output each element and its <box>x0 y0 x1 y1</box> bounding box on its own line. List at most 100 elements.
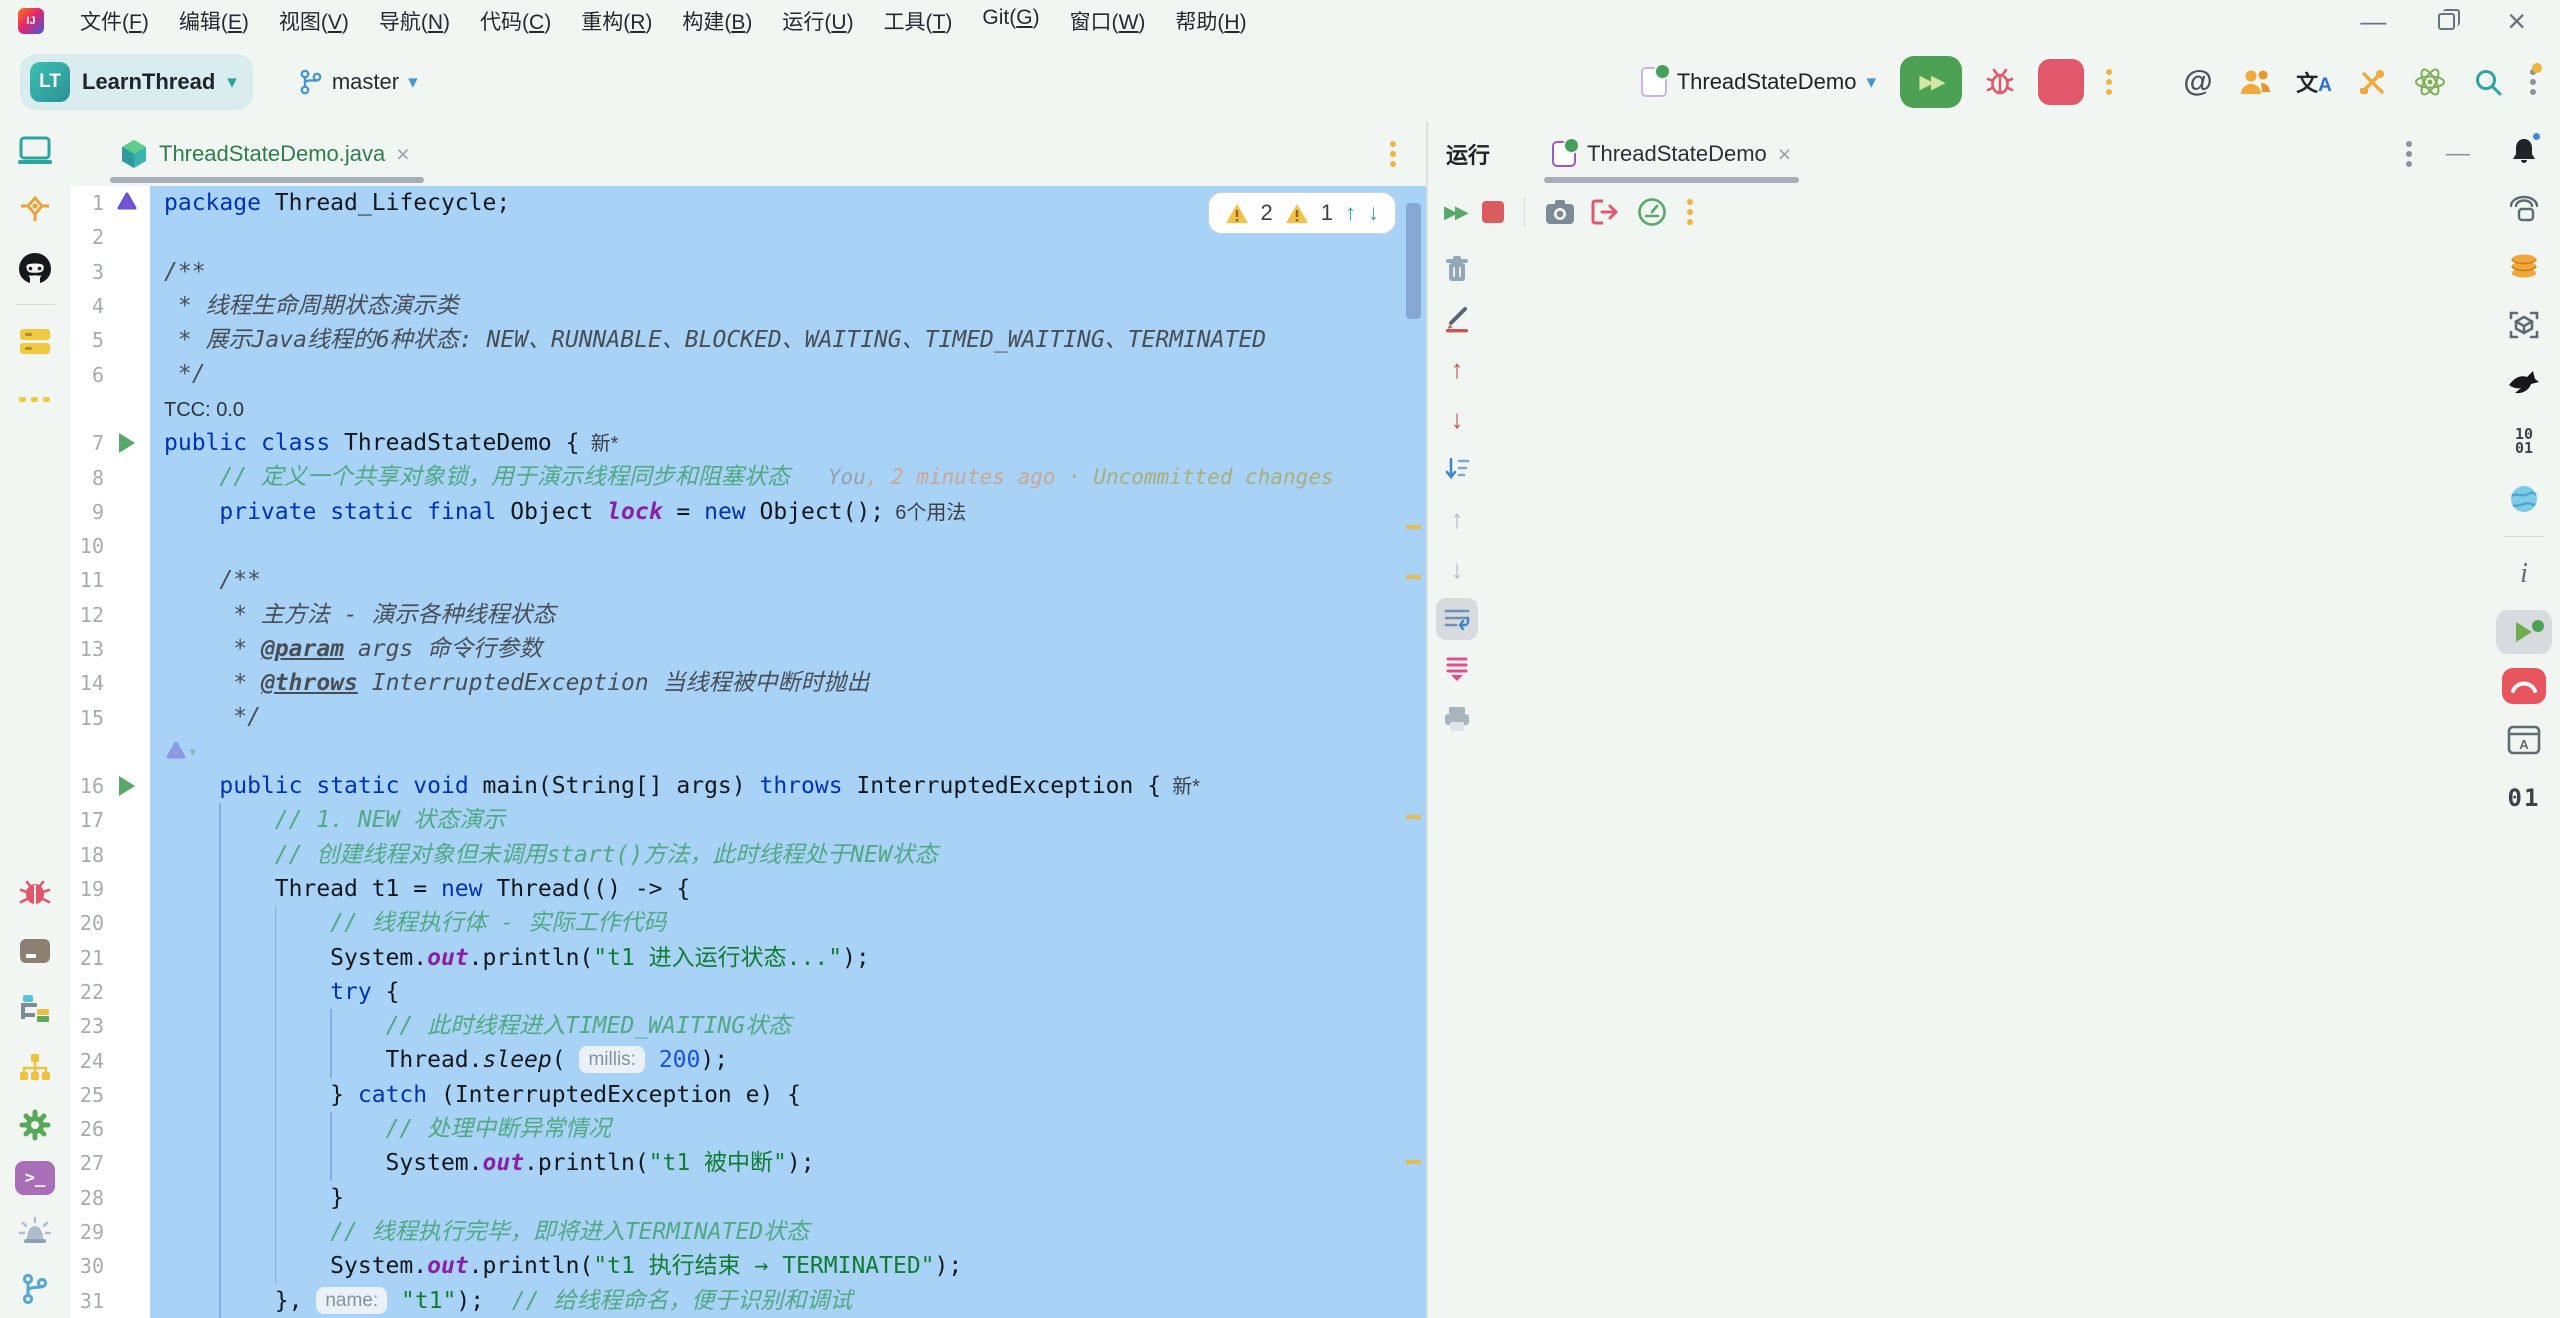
prev-problem-arrow-icon[interactable]: ↑ <box>1345 200 1356 226</box>
device-monitor-icon[interactable] <box>13 129 57 173</box>
arrow-down-red-icon[interactable]: ↓ <box>1436 398 1478 440</box>
ai-assistant-icon[interactable] <box>110 191 144 215</box>
red-app-icon[interactable] <box>2502 668 2546 704</box>
scroll-to-end-icon[interactable] <box>1436 648 1478 690</box>
export-icon[interactable] <box>1591 198 1621 226</box>
binary-icon[interactable]: 1001 <box>2502 419 2546 463</box>
search-icon[interactable] <box>2468 62 2508 102</box>
code-area[interactable]: package Thread_Lifecycle;/** * 线程生命周期状态演… <box>150 186 1426 1318</box>
swoosh-icon[interactable] <box>2502 361 2546 405</box>
rerun-button[interactable]: ▶▶ <box>1900 56 1962 108</box>
bug-icon[interactable] <box>13 871 57 915</box>
settings-gear-icon[interactable] <box>13 1103 57 1147</box>
notifications-siren-icon[interactable] <box>13 1209 57 1253</box>
panel-options-kebab-icon[interactable] <box>2402 137 2416 171</box>
code-line[interactable]: // 1. NEW 状态演示 <box>150 803 1426 837</box>
editor-scrollbar[interactable] <box>1404 186 1424 1318</box>
run-tab-threadstatedemo[interactable]: ThreadStateDemo × <box>1538 122 1805 186</box>
warning-stripe-mark[interactable] <box>1406 525 1421 529</box>
code-line[interactable]: ▾ <box>150 735 1426 769</box>
stop-button[interactable] <box>2038 59 2084 105</box>
code-line[interactable]: // 此时线程进入TIMED_WAITING状态 <box>150 1009 1426 1043</box>
stop-icon[interactable] <box>1482 201 1504 223</box>
code-line[interactable]: * @param args 命令行参数 <box>150 632 1426 666</box>
rerun-icon[interactable]: ▶▶ <box>1444 202 1466 223</box>
menu-item[interactable]: 窗口(W) <box>1058 3 1158 39</box>
warning-stripe-mark[interactable] <box>1406 815 1421 819</box>
code-line[interactable]: System.out.println("t1 执行结束 → TERMINATED… <box>150 1249 1426 1283</box>
run-config-selector[interactable]: ThreadStateDemo ▾ <box>1641 67 1876 97</box>
code-line[interactable]: // 定义一个共享对象锁，用于演示线程同步和阻塞状态 You, 2 minute… <box>150 460 1426 494</box>
package-box-icon[interactable] <box>2502 303 2546 347</box>
at-spiral-icon[interactable]: @ <box>2178 62 2218 102</box>
code-line[interactable]: * 主方法 - 演示各种线程状态 <box>150 598 1426 632</box>
workbench-icon[interactable] <box>13 987 57 1031</box>
zero-one-icon[interactable]: 01 <box>2502 776 2546 820</box>
camera-icon[interactable] <box>1545 199 1575 225</box>
profile-kebab-icon[interactable] <box>2526 65 2540 99</box>
hide-panel-icon[interactable]: — <box>2446 140 2470 168</box>
container-box-icon[interactable] <box>13 929 57 973</box>
maximize-button[interactable] <box>2438 13 2455 30</box>
code-line[interactable]: } catch (InterruptedException e) { <box>150 1078 1426 1112</box>
code-line[interactable]: Thread t1 = new Thread(() -> { <box>150 872 1426 906</box>
marker-icon[interactable] <box>1436 298 1478 340</box>
arrow-up-red-icon[interactable]: ↑ <box>1436 348 1478 390</box>
code-line[interactable]: // 线程执行体 - 实际工作代码 <box>150 906 1426 940</box>
close-icon[interactable]: × <box>1778 141 1791 168</box>
scrollbar-thumb[interactable] <box>1406 203 1421 319</box>
menu-item[interactable]: 构建(B) <box>670 3 764 39</box>
code-line[interactable]: private static final Object lock = new O… <box>150 495 1426 529</box>
menu-item[interactable]: 文件(F) <box>68 3 161 39</box>
github-icon[interactable] <box>13 245 57 289</box>
code-line[interactable]: Thread.sleep( millis: 200); <box>150 1043 1426 1077</box>
menu-item[interactable]: 编辑(E) <box>167 3 261 39</box>
trash-icon[interactable] <box>1436 248 1478 290</box>
menu-item[interactable]: 代码(C) <box>468 3 563 39</box>
gesture-radar-icon[interactable] <box>2502 187 2546 231</box>
code-line[interactable]: /** <box>150 255 1426 289</box>
console-output-empty[interactable] <box>1486 238 2488 1318</box>
code-line[interactable]: System.out.println("t1 被中断"); <box>150 1146 1426 1180</box>
menu-item[interactable]: 运行(U) <box>770 3 865 39</box>
globe-icon[interactable] <box>2502 477 2546 521</box>
info-icon[interactable]: i <box>2502 552 2546 596</box>
code-line[interactable] <box>150 529 1426 563</box>
atom-icon[interactable] <box>2410 62 2450 102</box>
code-line[interactable]: try { <box>150 975 1426 1009</box>
gauge-icon[interactable] <box>1637 197 1667 227</box>
menu-item[interactable]: 导航(N) <box>367 3 462 39</box>
code-line[interactable]: TCC: 0.0 <box>150 392 1426 426</box>
tab-options-kebab-icon[interactable] <box>1386 137 1400 171</box>
code-line[interactable]: * 展示Java线程的6种状态: NEW、RUNNABLE、BLOCKED、WA… <box>150 323 1426 357</box>
more-horizontal-icon[interactable] <box>13 378 57 422</box>
arrow-up-icon[interactable]: ↑ <box>1436 498 1478 540</box>
run-line-icon[interactable] <box>110 776 144 796</box>
code-line[interactable]: // 线程执行完毕，即将进入TERMINATED状态 <box>150 1215 1426 1249</box>
minimize-button[interactable]: — <box>2360 8 2386 34</box>
coins-icon[interactable] <box>2502 245 2546 289</box>
next-problem-arrow-icon[interactable]: ↓ <box>1368 200 1379 226</box>
menu-item[interactable]: 工具(T) <box>872 3 965 39</box>
tools-icon[interactable] <box>2352 62 2392 102</box>
code-line[interactable]: // 创建线程对象但未调用start()方法，此时线程处于NEW状态 <box>150 838 1426 872</box>
code-line[interactable]: * 线程生命周期状态演示类 <box>150 289 1426 323</box>
sort-lines-icon[interactable] <box>1436 448 1478 490</box>
arrow-down-icon[interactable]: ↓ <box>1436 548 1478 590</box>
structure-sitemap-icon[interactable] <box>13 1045 57 1089</box>
branch-widget[interactable]: master ▾ <box>299 69 418 95</box>
code-line[interactable]: } <box>150 1181 1426 1215</box>
notification-bell-icon[interactable] <box>2502 129 2546 173</box>
code-line[interactable]: /** <box>150 563 1426 597</box>
code-line[interactable]: */ <box>150 700 1426 734</box>
menu-item[interactable]: 重构(R) <box>569 3 664 39</box>
run-coverage-icon[interactable] <box>2496 610 2552 654</box>
code-line[interactable]: System.out.println("t1 进入运行状态..."); <box>150 941 1426 975</box>
project-widget[interactable]: LT LearnThread ▾ <box>20 54 253 110</box>
code-line[interactable]: * @throws InterruptedException 当线程被中断时抛出 <box>150 666 1426 700</box>
run-more-kebab-icon[interactable] <box>2102 65 2116 99</box>
dictionary-card-icon[interactable]: A <box>2502 718 2546 762</box>
users-icon[interactable] <box>2236 62 2276 102</box>
menu-item[interactable]: Git(G) <box>970 3 1051 39</box>
inspections-widget[interactable]: 2 1 ↑ ↓ <box>1208 192 1397 234</box>
